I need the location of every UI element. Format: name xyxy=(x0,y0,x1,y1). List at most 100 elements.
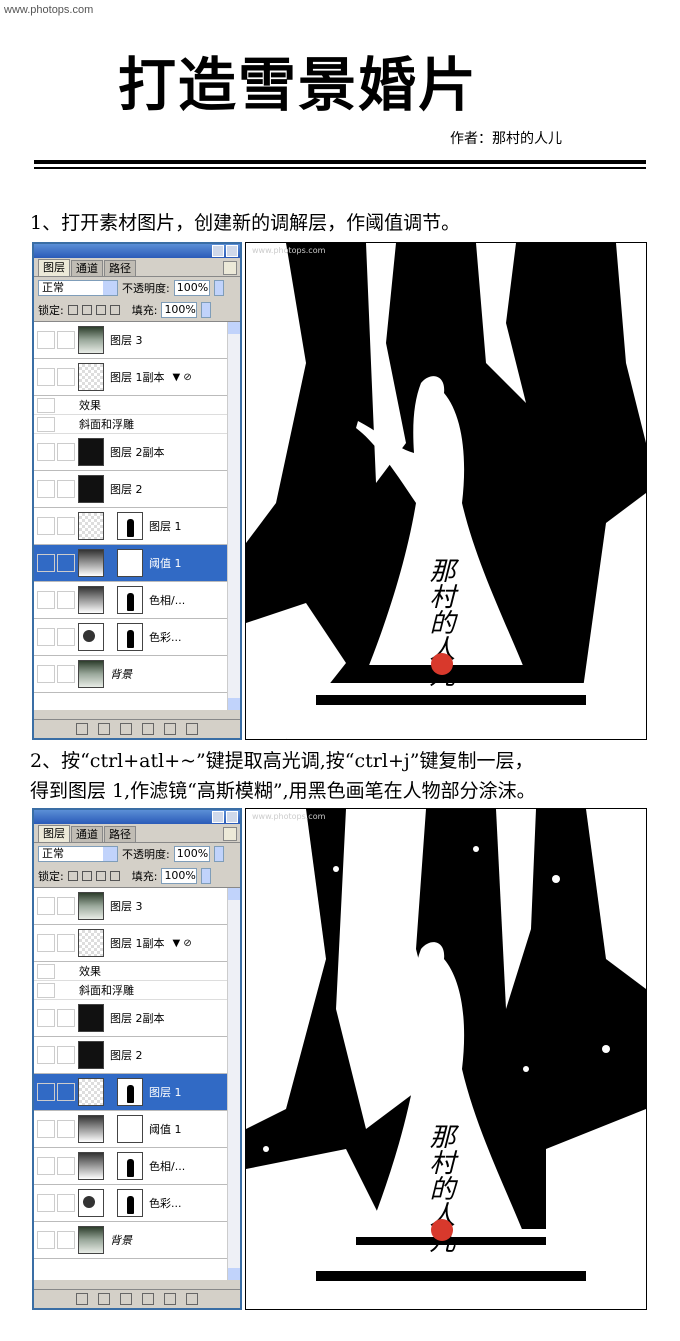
layer-link-icon[interactable] xyxy=(57,1009,75,1027)
tab-paths[interactable]: 路径 xyxy=(104,260,136,276)
layer-row[interactable]: 背景 xyxy=(34,656,240,693)
layer-link-icon[interactable] xyxy=(57,1083,75,1101)
visibility-eye-icon[interactable] xyxy=(37,517,55,535)
tab-paths[interactable]: 路径 xyxy=(104,826,136,842)
layer-link-icon[interactable] xyxy=(57,934,75,952)
close-icon[interactable] xyxy=(226,811,238,823)
visibility-eye-icon[interactable] xyxy=(37,1194,55,1212)
bevel-emboss-row[interactable]: 斜面和浮雕 xyxy=(34,981,240,1000)
fill-slider-arrow-icon[interactable] xyxy=(201,868,212,884)
layers-panel-2[interactable]: 图层 通道 路径 正常 不透明度: 100% 锁定: 填充: 100% 图层 3 图层 1副本 ▼ ⊘… xyxy=(32,808,242,1310)
opacity-slider-arrow-icon[interactable] xyxy=(213,846,224,862)
lock-brush-icon[interactable] xyxy=(81,305,92,315)
layer-row[interactable]: 图层 2 xyxy=(34,1037,240,1074)
new-layer-icon[interactable] xyxy=(164,1293,176,1305)
lock-brush-icon[interactable] xyxy=(81,871,92,881)
tab-layers[interactable]: 图层 xyxy=(38,259,70,276)
effects-eye-icon[interactable] xyxy=(37,963,55,979)
visibility-eye-icon[interactable] xyxy=(37,554,55,572)
add-style-icon[interactable] xyxy=(76,723,88,735)
visibility-eye-icon[interactable] xyxy=(37,368,55,386)
tab-channels[interactable]: 通道 xyxy=(71,826,103,842)
bevel-eye-icon[interactable] xyxy=(37,982,55,998)
opacity-input[interactable]: 100% xyxy=(173,280,210,296)
lock-move-icon[interactable] xyxy=(95,871,106,881)
add-style-icon[interactable] xyxy=(76,1293,88,1305)
visibility-eye-icon[interactable] xyxy=(37,1157,55,1175)
fill-input[interactable]: 100% xyxy=(161,868,198,884)
layer-link-icon[interactable] xyxy=(57,1157,75,1175)
layers-panel-1[interactable]: 图层 通道 路径 正常 不透明度: 100% 锁定: 填充: 100% 图层 3 图层 1副本 ▼ ⊘… xyxy=(32,242,242,740)
fill-slider-arrow-icon[interactable] xyxy=(201,302,212,318)
layer-row[interactable]: 图层 1 xyxy=(34,508,240,545)
visibility-eye-icon[interactable] xyxy=(37,1083,55,1101)
new-group-icon[interactable] xyxy=(120,723,132,735)
layer-row[interactable]: 图层 1副本 ▼ ⊘ xyxy=(34,925,240,962)
new-layer-icon[interactable] xyxy=(164,723,176,735)
layer-link-icon[interactable] xyxy=(57,1231,75,1249)
panel-menu-icon[interactable] xyxy=(223,827,237,841)
layer-row[interactable]: 背景 xyxy=(34,1222,240,1259)
layer-link-icon[interactable] xyxy=(57,897,75,915)
lock-all-icon[interactable] xyxy=(109,871,120,881)
tab-layers[interactable]: 图层 xyxy=(38,825,70,842)
layers-scrollbar[interactable] xyxy=(227,888,240,1280)
layer-row[interactable]: 图层 1 xyxy=(34,1074,240,1111)
layer-link-icon[interactable] xyxy=(57,1046,75,1064)
adjustment-layer-icon[interactable] xyxy=(142,723,154,735)
layer-row[interactable]: 图层 3 xyxy=(34,322,240,359)
layer-row[interactable]: 图层 1副本 ▼ ⊘ xyxy=(34,359,240,396)
lock-transparency-icon[interactable] xyxy=(67,871,78,881)
layer-link-icon[interactable] xyxy=(57,554,75,572)
visibility-eye-icon[interactable] xyxy=(37,1046,55,1064)
visibility-eye-icon[interactable] xyxy=(37,331,55,349)
layer-link-icon[interactable] xyxy=(57,628,75,646)
adjustment-layer-icon[interactable] xyxy=(142,1293,154,1305)
layer-fx-icon[interactable]: ▼ ⊘ xyxy=(173,372,192,383)
lock-transparency-icon[interactable] xyxy=(67,305,78,315)
lock-all-icon[interactable] xyxy=(109,305,120,315)
minimize-icon[interactable] xyxy=(212,811,224,823)
layer-link-icon[interactable] xyxy=(57,331,75,349)
visibility-eye-icon[interactable] xyxy=(37,591,55,609)
panel-menu-icon[interactable] xyxy=(223,261,237,275)
visibility-eye-icon[interactable] xyxy=(37,628,55,646)
add-mask-icon[interactable] xyxy=(98,1293,110,1305)
layer-row[interactable]: 阈值 1 xyxy=(34,1111,240,1148)
layer-link-icon[interactable] xyxy=(57,368,75,386)
visibility-eye-icon[interactable] xyxy=(37,1231,55,1249)
delete-layer-icon[interactable] xyxy=(186,1293,198,1305)
tab-channels[interactable]: 通道 xyxy=(71,260,103,276)
delete-layer-icon[interactable] xyxy=(186,723,198,735)
layers-scrollbar[interactable] xyxy=(227,322,240,710)
layer-row[interactable]: 图层 2副本 xyxy=(34,434,240,471)
layer-row[interactable]: 色彩... xyxy=(34,619,240,656)
opacity-input[interactable]: 100% xyxy=(173,846,210,862)
layer-link-icon[interactable] xyxy=(57,480,75,498)
effects-row[interactable]: 效果 xyxy=(34,962,240,981)
effects-eye-icon[interactable] xyxy=(37,397,55,413)
layer-row[interactable]: 色相/... xyxy=(34,582,240,619)
layer-row[interactable]: 图层 2副本 xyxy=(34,1000,240,1037)
blend-mode-select[interactable]: 正常 xyxy=(38,846,118,862)
add-mask-icon[interactable] xyxy=(98,723,110,735)
visibility-eye-icon[interactable] xyxy=(37,897,55,915)
layer-fx-icon[interactable]: ▼ ⊘ xyxy=(173,938,192,949)
close-icon[interactable] xyxy=(226,245,238,257)
visibility-eye-icon[interactable] xyxy=(37,934,55,952)
minimize-icon[interactable] xyxy=(212,245,224,257)
layer-link-icon[interactable] xyxy=(57,517,75,535)
layer-link-icon[interactable] xyxy=(57,443,75,461)
layer-row[interactable]: 色彩... xyxy=(34,1185,240,1222)
visibility-eye-icon[interactable] xyxy=(37,480,55,498)
chevron-down-icon[interactable] xyxy=(103,281,117,295)
fill-input[interactable]: 100% xyxy=(161,302,198,318)
bevel-eye-icon[interactable] xyxy=(37,416,55,432)
bevel-emboss-row[interactable]: 斜面和浮雕 xyxy=(34,415,240,434)
effects-row[interactable]: 效果 xyxy=(34,396,240,415)
lock-move-icon[interactable] xyxy=(95,305,106,315)
layer-link-icon[interactable] xyxy=(57,1194,75,1212)
layer-row[interactable]: 色相/... xyxy=(34,1148,240,1185)
layer-link-icon[interactable] xyxy=(57,665,75,683)
layer-row[interactable]: 阈值 1 xyxy=(34,545,240,582)
